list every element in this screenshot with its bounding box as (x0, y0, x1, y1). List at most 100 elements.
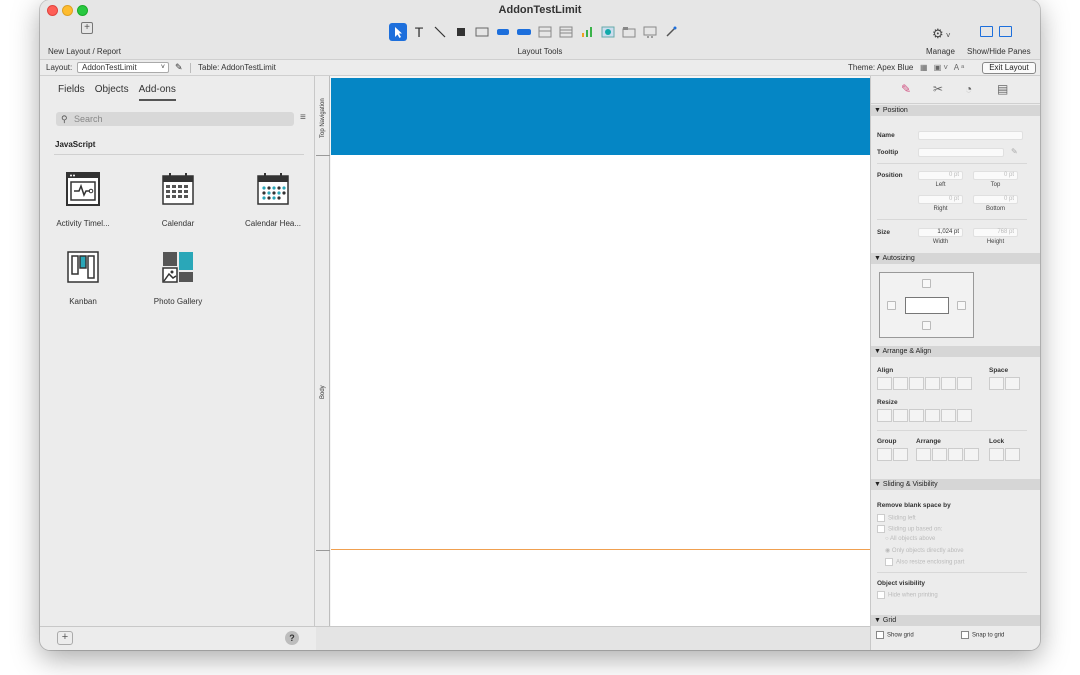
list-view-icon[interactable]: ≡ (300, 112, 306, 123)
calendar-heatmap-icon (256, 172, 290, 206)
addon-calendar-heatmap[interactable]: Calendar Hea... (233, 172, 313, 228)
layout-select-value: AddonTestLimit (82, 63, 137, 72)
name-field[interactable] (918, 131, 1023, 140)
part-divider[interactable] (316, 155, 330, 156)
photo-gallery-icon (161, 250, 195, 284)
group-buttons[interactable] (877, 448, 908, 461)
anchor-right-icon[interactable] (957, 301, 966, 310)
all-objects-above-radio[interactable]: ○ All objects above (885, 536, 935, 542)
appearance-tab-icon[interactable]: ◔ (965, 82, 972, 96)
window-title: AddonTestLimit (498, 4, 582, 16)
sliding-visibility-section-header[interactable]: ▼ Sliding & Visibility (871, 479, 1040, 490)
rectangle-tool-icon[interactable] (452, 23, 470, 41)
lock-label: Lock (989, 438, 1005, 445)
layout-bar: Layout: AddonTestLimit ˅ ✎ Table: AddonTe… (40, 60, 1040, 76)
arrange-buttons[interactable] (916, 448, 979, 461)
gear-icon[interactable]: ⚙ ˅ (932, 26, 951, 42)
right-label: Right (933, 206, 948, 212)
top-navigation-part[interactable] (331, 78, 870, 155)
format-painter-tool-icon[interactable] (662, 23, 680, 41)
manage-label[interactable]: Manage (926, 47, 955, 56)
addon-photo-gallery[interactable]: Photo Gallery (138, 250, 218, 306)
autosizing-section-header[interactable]: ▼ Autosizing (871, 253, 1040, 264)
autosizing-control[interactable] (879, 272, 974, 338)
layout-canvas[interactable]: Top Navigation Body (316, 76, 870, 626)
only-objects-above-radio[interactable]: ◉ Only objects directly above (885, 547, 964, 554)
field-tool-icon[interactable] (473, 23, 491, 41)
chart-tool-icon[interactable] (578, 23, 596, 41)
app-window: AddonTestLimit + New Layout / Report T L… (40, 0, 1040, 650)
kanban-icon (66, 250, 100, 284)
body-part[interactable] (331, 155, 870, 550)
hide-when-printing-checkbox[interactable]: Hide when printing (877, 591, 938, 599)
addon-label: Photo Gallery (153, 297, 203, 306)
slide-control-tool-icon[interactable] (641, 23, 659, 41)
styles-tab-icon[interactable]: ✂ (933, 82, 943, 96)
name-label: Name (877, 132, 895, 139)
arrange-label: Arrange (916, 438, 941, 445)
anchor-top-icon[interactable] (922, 279, 931, 288)
lock-buttons[interactable] (989, 448, 1020, 461)
sliding-up-checkbox[interactable]: Sliding up based on: (877, 525, 942, 533)
top-field[interactable]: 0 pt (973, 171, 1018, 180)
data-tab-icon[interactable]: ▤ (997, 82, 1008, 96)
arrange-align-section-header[interactable]: ▼ Arrange & Align (871, 346, 1040, 357)
activity-timeline-icon (66, 172, 100, 206)
addon-activity-timeline[interactable]: Activity Timel... (43, 172, 123, 228)
tab-fields[interactable]: Fields (58, 84, 85, 101)
right-field[interactable]: 0 pt (918, 195, 963, 204)
addon-kanban[interactable]: Kanban (43, 250, 123, 306)
part-label-body[interactable]: Body (320, 385, 326, 399)
height-field[interactable]: 768 pt (973, 228, 1018, 237)
tooltip-field[interactable] (918, 148, 1004, 157)
add-button[interactable]: + (57, 631, 73, 645)
bottom-field[interactable]: 0 pt (973, 195, 1018, 204)
anchor-bottom-icon[interactable] (922, 321, 931, 330)
theme-tools-icon[interactable]: ▦ ▣˅ Aᵃ (920, 60, 966, 75)
layout-label: Layout: (46, 63, 73, 72)
space-buttons[interactable] (989, 377, 1020, 390)
show-hide-panes-label[interactable]: Show/Hide Panes (967, 47, 1031, 56)
width-field[interactable]: 1,024 pt (918, 228, 963, 237)
snap-to-grid-checkbox[interactable]: Snap to grid (961, 631, 1004, 639)
position-section-header[interactable]: ▼ Position (871, 105, 1040, 116)
addon-calendar[interactable]: Calendar (138, 172, 218, 228)
top-label: Top (990, 182, 1001, 188)
resize-buttons[interactable] (877, 409, 972, 422)
portal-tool-icon[interactable] (536, 23, 554, 41)
pencil-icon[interactable]: ✎ (1011, 147, 1018, 156)
line-tool-icon[interactable] (431, 23, 449, 41)
tab-add-ons[interactable]: Add-ons (138, 84, 176, 101)
tab-objects[interactable]: Objects (95, 84, 129, 101)
position-tab-icon[interactable]: ✎ (901, 82, 911, 96)
addon-label: Kanban (69, 297, 97, 306)
grid-section-header[interactable]: ▼ Grid (871, 615, 1040, 626)
pencil-icon[interactable]: ✎ (175, 60, 183, 75)
web-viewer-tool-icon[interactable] (599, 23, 617, 41)
popover-tool-icon[interactable] (557, 23, 575, 41)
addon-label: Calendar Hea... (244, 219, 302, 228)
anchor-left-icon[interactable] (887, 301, 896, 310)
search-input[interactable]: ⚲ Search (56, 112, 294, 126)
new-layout-icon[interactable]: + (81, 22, 93, 34)
text-tool-icon[interactable]: T (410, 23, 428, 41)
tooltip-label: Tooltip (877, 149, 899, 156)
show-hide-panes-icon[interactable] (980, 26, 1012, 37)
sliding-left-checkbox[interactable]: Sliding left (877, 514, 916, 522)
also-resize-checkbox[interactable]: Also resize enclosing part (885, 558, 964, 566)
left-field[interactable]: 0 pt (918, 171, 963, 180)
exit-layout-button[interactable]: Exit Layout (982, 62, 1036, 74)
help-button[interactable]: ? (285, 631, 299, 645)
align-buttons[interactable] (877, 377, 972, 390)
part-ruler: Top Navigation Body (316, 76, 330, 626)
part-divider[interactable] (316, 550, 330, 551)
show-grid-checkbox[interactable]: Show grid (876, 631, 914, 639)
button-tool-icon[interactable] (494, 23, 512, 41)
button-bar-tool-icon[interactable] (515, 23, 533, 41)
resize-label: Resize (877, 399, 898, 406)
layout-select[interactable]: AddonTestLimit ˅ (77, 62, 169, 73)
tab-control-tool-icon[interactable] (620, 23, 638, 41)
part-label-top-navigation[interactable]: Top Navigation (320, 98, 326, 138)
position-label: Position (877, 172, 903, 179)
pointer-tool-icon[interactable] (389, 23, 407, 41)
